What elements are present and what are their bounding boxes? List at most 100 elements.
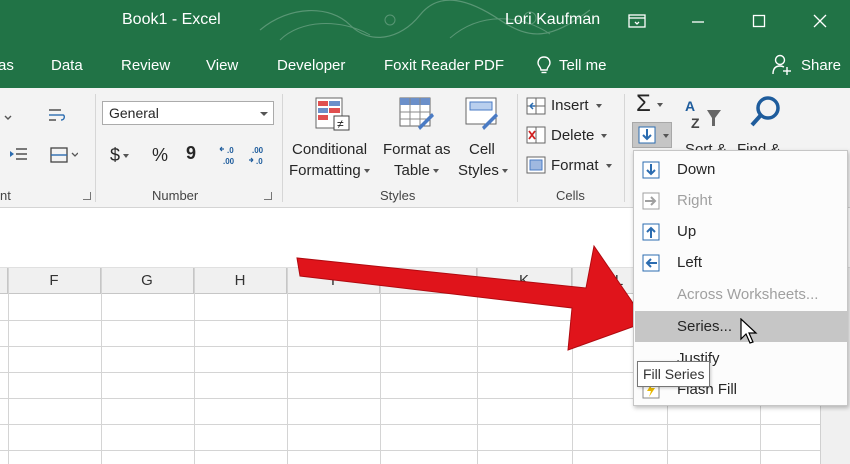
- grid-column-line: [194, 268, 195, 464]
- insert-cells-icon[interactable]: [526, 97, 546, 115]
- menu-item-label: Series...: [677, 318, 733, 335]
- column-header-k[interactable]: K: [477, 268, 572, 294]
- menu-item-fill-left[interactable]: Left: [635, 247, 847, 278]
- format-as-table-label-2: Table: [394, 162, 430, 179]
- tell-me-box[interactable]: Tell me: [559, 57, 607, 74]
- column-header-h[interactable]: H: [194, 268, 287, 294]
- dropdown-caret-icon: [595, 104, 602, 109]
- grid-column-line: [572, 268, 573, 464]
- group-separator: [282, 94, 283, 202]
- delete-cells-icon[interactable]: [526, 126, 546, 144]
- maximize-icon: [752, 14, 766, 28]
- merge-center-icon[interactable]: [50, 146, 78, 164]
- number-format-select[interactable]: General: [102, 101, 274, 125]
- cell-styles-button[interactable]: Styles: [458, 162, 508, 179]
- number-group-label: Number: [152, 188, 199, 203]
- dropdown-caret-icon[interactable]: [123, 154, 130, 159]
- menu-item-across-worksheets[interactable]: Across Worksheets...: [635, 279, 847, 310]
- fill-button[interactable]: [632, 122, 672, 148]
- ribbon-display-options-button[interactable]: [617, 6, 657, 36]
- format-as-table-button[interactable]: Table: [394, 162, 439, 179]
- group-separator: [95, 94, 96, 202]
- group-separator: [624, 94, 625, 202]
- conditional-formatting-label-1[interactable]: Conditional: [292, 141, 367, 158]
- cell-styles-label-2: Styles: [458, 162, 499, 179]
- grid-row-line: [0, 424, 820, 425]
- format-as-table-icon[interactable]: [398, 96, 436, 132]
- dropdown-caret-icon[interactable]: [3, 108, 13, 126]
- maximize-button[interactable]: [739, 6, 779, 36]
- svg-text:.0: .0: [256, 157, 263, 166]
- tab-view[interactable]: View: [206, 57, 238, 74]
- delete-cells-button[interactable]: Delete: [551, 127, 608, 144]
- alignment-dialog-launcher[interactable]: [83, 192, 91, 200]
- column-header-f[interactable]: F: [8, 268, 101, 294]
- arrow-up-icon: [642, 223, 660, 241]
- conditional-formatting-button[interactable]: Formatting: [289, 162, 370, 179]
- column-header-e[interactable]: [0, 268, 8, 294]
- column-header-g[interactable]: G: [101, 268, 194, 294]
- user-name[interactable]: Lori Kaufman: [505, 11, 600, 29]
- arrow-right-icon: [642, 192, 660, 210]
- fill-series-tooltip: Fill Series: [637, 361, 711, 387]
- svg-text:.00: .00: [223, 157, 235, 166]
- increase-indent-icon[interactable]: [10, 146, 28, 164]
- minimize-icon: [692, 21, 704, 23]
- cell-styles-icon[interactable]: [464, 96, 502, 132]
- menu-item-fill-up[interactable]: Up: [635, 216, 847, 247]
- format-cells-button[interactable]: Format: [551, 157, 612, 174]
- increase-decimal-icon[interactable]: .0 .00: [219, 144, 241, 166]
- tab-developer[interactable]: Developer: [277, 57, 345, 74]
- title-bar: Book1 - Excel Lori Kaufman: [0, 0, 850, 43]
- arrow-down-icon: [642, 161, 660, 179]
- number-dialog-launcher[interactable]: [264, 192, 272, 200]
- comma-style-button[interactable]: 9: [186, 143, 196, 164]
- insert-cells-button[interactable]: Insert: [551, 97, 602, 114]
- accounting-format-button[interactable]: $: [110, 145, 130, 166]
- insert-label: Insert: [551, 97, 589, 114]
- grid-row-line: [0, 450, 820, 451]
- find-select-icon[interactable]: [748, 94, 786, 130]
- format-as-table-label-1[interactable]: Format as: [383, 141, 451, 158]
- minimize-button[interactable]: [678, 6, 718, 36]
- grid-column-line: [8, 268, 9, 464]
- format-label: Format: [551, 157, 599, 174]
- column-header-i[interactable]: I: [287, 268, 380, 294]
- svg-text:≠: ≠: [337, 117, 344, 131]
- sort-filter-icon[interactable]: A Z: [685, 96, 723, 132]
- decrease-decimal-icon[interactable]: .00 .0: [248, 144, 270, 166]
- percent-style-button[interactable]: %: [152, 145, 168, 166]
- dropdown-caret-icon: [432, 169, 439, 174]
- styles-group-label: Styles: [380, 188, 416, 203]
- group-separator: [517, 94, 518, 202]
- chevron-down-icon[interactable]: [260, 112, 268, 116]
- tab-formulas[interactable]: as: [0, 57, 14, 74]
- window-title: Book1 - Excel: [122, 11, 221, 28]
- autosum-button[interactable]: Σ: [636, 90, 663, 118]
- grid-column-line: [477, 268, 478, 464]
- menu-item-fill-right[interactable]: Right: [635, 185, 847, 216]
- mouse-pointer-icon: [740, 318, 758, 344]
- arrow-left-icon: [642, 254, 660, 272]
- tab-data[interactable]: Data: [51, 57, 83, 74]
- cell-styles-label-1[interactable]: Cell: [469, 141, 495, 158]
- close-button[interactable]: [800, 6, 840, 36]
- tab-review[interactable]: Review: [121, 57, 170, 74]
- menu-item-fill-down[interactable]: Down: [635, 154, 847, 185]
- column-header-j[interactable]: J: [380, 268, 477, 294]
- wrap-text-icon[interactable]: [48, 107, 66, 125]
- share-button[interactable]: Share: [801, 57, 841, 74]
- menu-item-label: Up: [677, 223, 697, 240]
- number-format-value: General: [109, 105, 159, 121]
- dropdown-caret-icon: [363, 169, 370, 174]
- dropdown-caret-icon: [501, 169, 508, 174]
- grid-column-line: [287, 268, 288, 464]
- format-cells-icon[interactable]: [526, 156, 546, 174]
- svg-text:Z: Z: [691, 115, 700, 131]
- tab-foxit-reader-pdf[interactable]: Foxit Reader PDF: [384, 57, 504, 74]
- lightbulb-icon: [537, 56, 551, 74]
- conditional-formatting-icon[interactable]: ≠: [314, 96, 352, 132]
- conditional-formatting-label-2: Formatting: [289, 162, 361, 179]
- grid-column-line: [380, 268, 381, 464]
- dropdown-caret-icon: [605, 164, 612, 169]
